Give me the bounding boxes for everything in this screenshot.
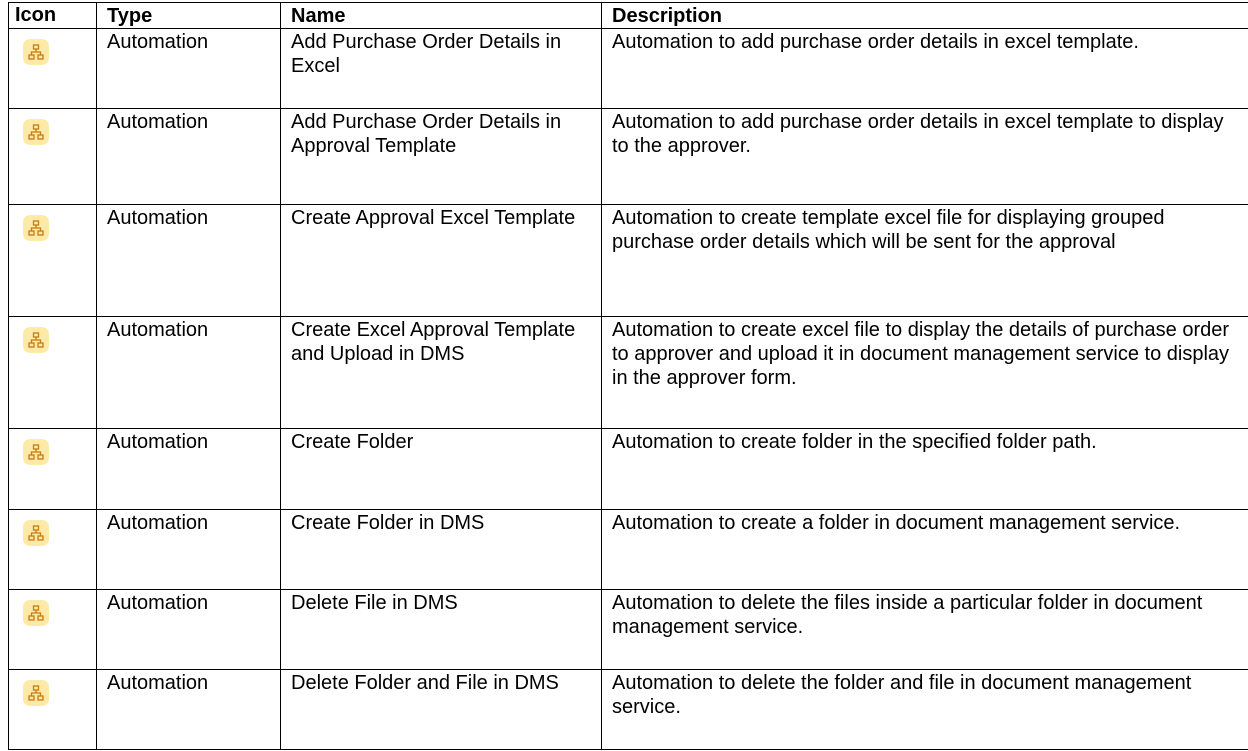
automation-flow-icon bbox=[23, 39, 49, 65]
cell-type: Automation bbox=[96, 204, 281, 317]
cell-type: Automation bbox=[96, 669, 281, 750]
table-header-row: Icon Type Name Description bbox=[8, 2, 1248, 29]
cell-description: Automation to create a folder in documen… bbox=[601, 509, 1248, 590]
cell-icon bbox=[8, 108, 97, 205]
cell-icon bbox=[8, 669, 97, 750]
automation-flow-icon bbox=[23, 600, 49, 626]
automation-flow-icon bbox=[23, 215, 49, 241]
cell-name: Create Folder bbox=[280, 428, 602, 510]
table-row: Automation Add Purchase Order Details in… bbox=[8, 28, 1248, 109]
automation-table: Icon Type Name Description Automation Ad… bbox=[8, 2, 1248, 750]
cell-type: Automation bbox=[96, 589, 281, 670]
table-row: Automation Create Excel Approval Templat… bbox=[8, 316, 1248, 429]
cell-icon bbox=[8, 428, 97, 510]
automation-flow-icon bbox=[23, 119, 49, 145]
cell-icon bbox=[8, 204, 97, 317]
table-row: Automation Create Folder Automation to c… bbox=[8, 428, 1248, 510]
table-row: Automation Create Approval Excel Templat… bbox=[8, 204, 1248, 317]
cell-type: Automation bbox=[96, 509, 281, 590]
cell-name: Add Purchase Order Details in Excel bbox=[280, 28, 602, 109]
cell-icon bbox=[8, 316, 97, 429]
automation-flow-icon bbox=[23, 520, 49, 546]
cell-name: Add Purchase Order Details in Approval T… bbox=[280, 108, 602, 205]
cell-name: Create Folder in DMS bbox=[280, 509, 602, 590]
cell-description: Automation to create excel file to displ… bbox=[601, 316, 1248, 429]
cell-type: Automation bbox=[96, 108, 281, 205]
cell-type: Automation bbox=[96, 316, 281, 429]
cell-icon bbox=[8, 509, 97, 590]
cell-description: Automation to add purchase order details… bbox=[601, 108, 1248, 205]
automation-flow-icon bbox=[23, 680, 49, 706]
cell-type: Automation bbox=[96, 28, 281, 109]
cell-description: Automation to create template excel file… bbox=[601, 204, 1248, 317]
automation-flow-icon bbox=[23, 327, 49, 353]
cell-description: Automation to delete the files inside a … bbox=[601, 589, 1248, 670]
automation-flow-icon bbox=[23, 439, 49, 465]
cell-name: Create Approval Excel Template bbox=[280, 204, 602, 317]
cell-description: Automation to add purchase order details… bbox=[601, 28, 1248, 109]
cell-type: Automation bbox=[96, 428, 281, 510]
table-row: Automation Delete File in DMS Automation… bbox=[8, 589, 1248, 670]
header-description: Description bbox=[601, 2, 1248, 29]
cell-description: Automation to delete the folder and file… bbox=[601, 669, 1248, 750]
cell-name: Create Excel Approval Template and Uploa… bbox=[280, 316, 602, 429]
header-name: Name bbox=[280, 2, 602, 29]
header-type: Type bbox=[96, 2, 281, 29]
table-row: Automation Delete Folder and File in DMS… bbox=[8, 669, 1248, 750]
cell-description: Automation to create folder in the speci… bbox=[601, 428, 1248, 510]
cell-icon bbox=[8, 589, 97, 670]
cell-name: Delete Folder and File in DMS bbox=[280, 669, 602, 750]
table-row: Automation Add Purchase Order Details in… bbox=[8, 108, 1248, 205]
cell-icon bbox=[8, 28, 97, 109]
cell-name: Delete File in DMS bbox=[280, 589, 602, 670]
header-icon: Icon bbox=[8, 2, 97, 29]
table-row: Automation Create Folder in DMS Automati… bbox=[8, 509, 1248, 590]
